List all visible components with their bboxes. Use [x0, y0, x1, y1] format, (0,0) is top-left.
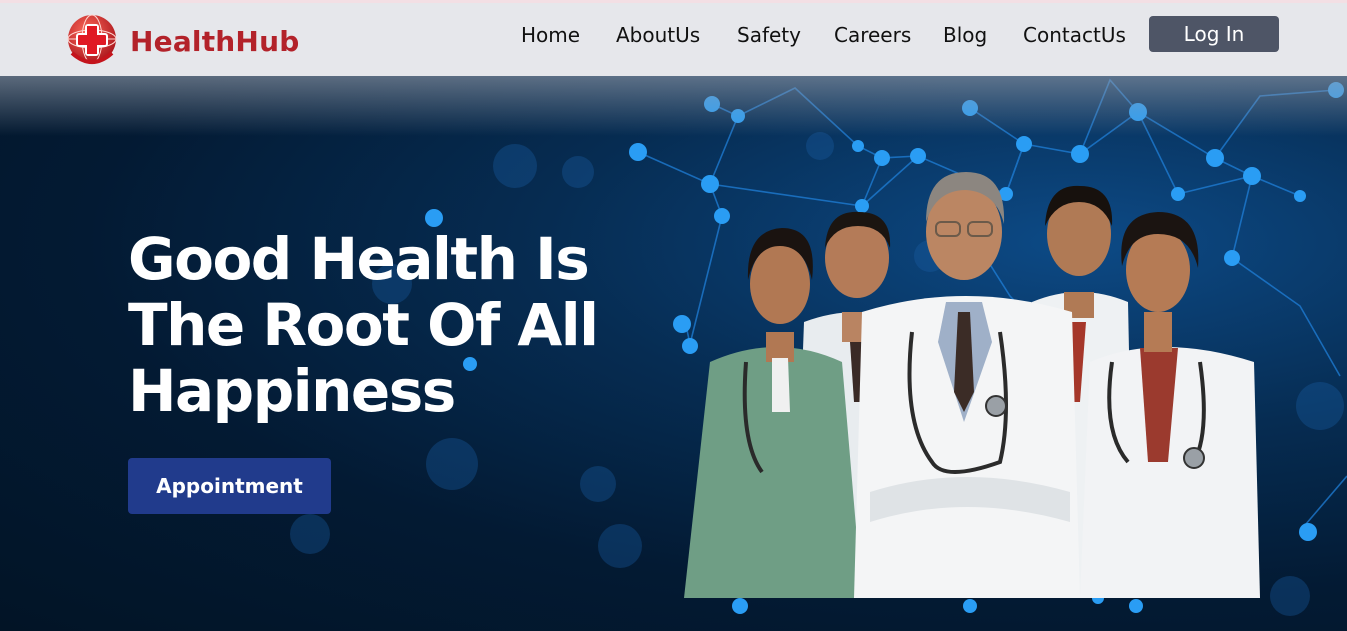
nav-blog-link[interactable]: Blog [943, 23, 987, 47]
nav-home-link[interactable]: Home [521, 23, 580, 47]
nav-aboutus-link[interactable]: AboutUs [616, 23, 700, 47]
nav-contactus-link[interactable]: ContactUs [1023, 23, 1126, 47]
doctors-group-photo [684, 172, 1260, 598]
hero-section: Good Health Is The Root Of All Happiness… [0, 76, 1347, 631]
hero-top-shade [0, 76, 1347, 136]
headline-line-1: Good Health Is [128, 225, 590, 293]
headline-line-3: Happiness [128, 357, 456, 425]
nav-safety-link[interactable]: Safety [737, 23, 801, 47]
appointment-button[interactable]: Appointment [128, 458, 331, 514]
login-button[interactable]: Log In [1149, 16, 1279, 52]
headline-line-2: The Root Of All [128, 291, 599, 359]
nav-careers-link[interactable]: Careers [834, 23, 911, 47]
hero-headline: Good Health Is The Root Of All Happiness [128, 226, 648, 424]
top-navbar: HealthHub Home AboutUs Safety Careers Bl… [0, 0, 1347, 76]
main-nav: Home AboutUs Safety Careers Blog Contact… [0, 3, 1347, 73]
doctor-figure [1080, 212, 1260, 598]
